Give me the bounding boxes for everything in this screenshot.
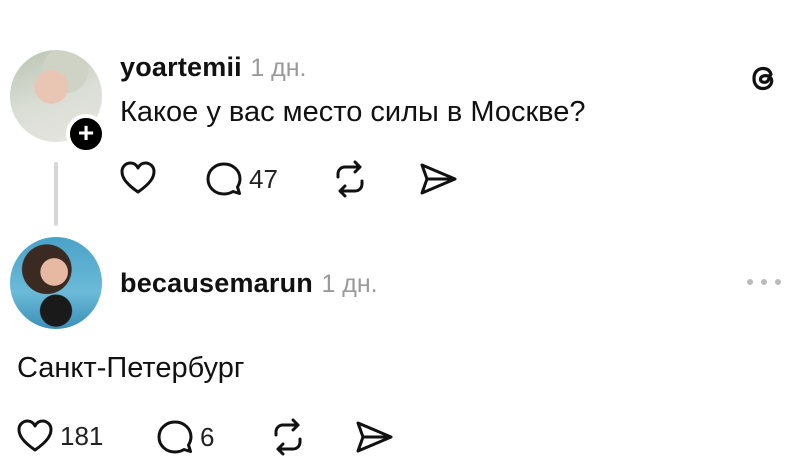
repost-icon [274,418,302,456]
thread-line [54,162,58,226]
like-count: 181 [60,420,104,451]
reply-header: becausemarun 1 дн. [120,268,378,299]
post-username[interactable]: yoartemii [120,52,242,82]
share-button[interactable] [354,420,394,454]
more-icon[interactable] [744,276,784,288]
repost-button[interactable] [330,160,370,198]
avatar[interactable] [10,237,102,329]
reply-time: 1 дн. [321,270,378,298]
heart-icon [17,419,53,452]
heart-icon [120,161,156,194]
comment-icon [206,162,242,196]
comment-icon [157,420,193,454]
follow-plus-icon[interactable]: + [66,114,106,154]
post-time: 1 дн. [250,54,307,82]
comment-button[interactable]: 47 [205,160,278,198]
share-button[interactable] [418,162,458,196]
post-text: Какое у вас место силы в Москве? [120,96,586,128]
like-button[interactable] [119,160,157,196]
comment-button[interactable]: 6 [156,418,214,456]
comment-count: 6 [200,421,215,452]
like-button[interactable]: 181 [16,418,103,454]
share-icon [420,163,457,195]
reply-text: Санкт-Петербург [17,352,245,384]
repost-icon [336,160,364,198]
comment-count: 47 [249,163,278,194]
share-icon [356,421,393,453]
repost-button[interactable] [268,418,308,456]
post-header: yoartemii 1 дн. [120,52,307,83]
threads-logo-icon[interactable] [746,60,782,96]
reply-username[interactable]: becausemarun [120,268,313,298]
